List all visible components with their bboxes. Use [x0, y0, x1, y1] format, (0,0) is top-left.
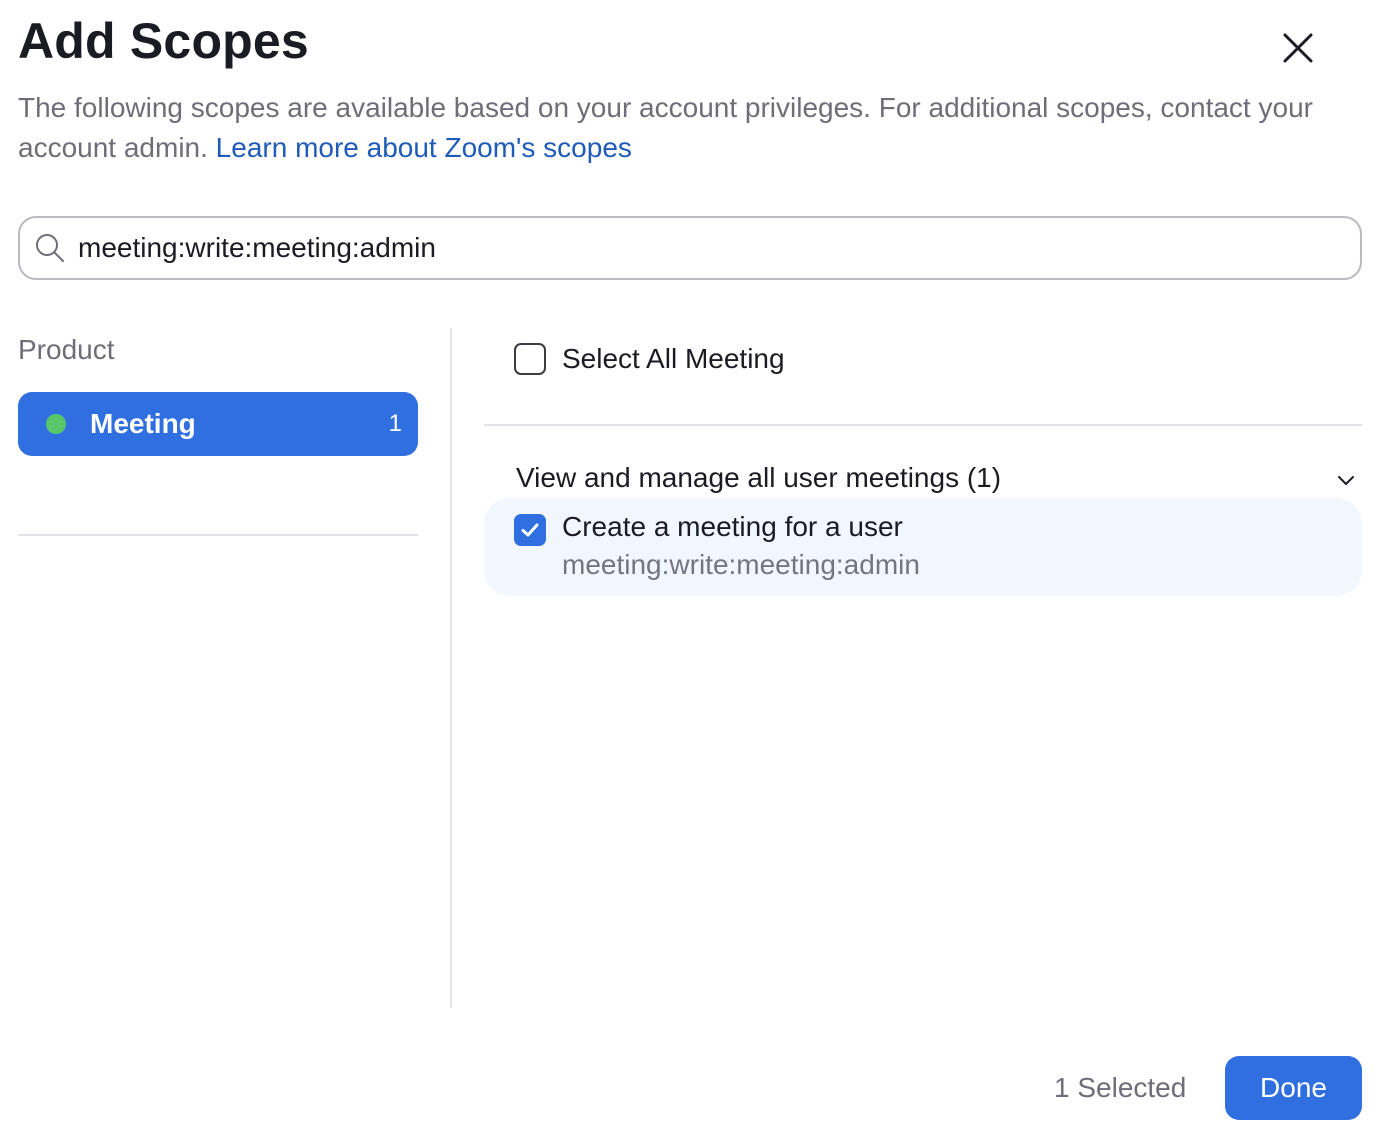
dialog-title: Add Scopes	[18, 13, 309, 69]
scope-id: meeting:write:meeting:admin	[562, 549, 920, 580]
scope-name: Create a meeting for a user	[562, 511, 903, 542]
scope-checkbox[interactable]	[514, 514, 546, 546]
product-label: Product	[18, 334, 115, 365]
sidebar-divider	[18, 534, 418, 536]
scope-group-title: View and manage all user meetings (1)	[516, 462, 1002, 493]
select-all-checkbox[interactable]	[514, 343, 546, 375]
learn-more-link[interactable]: Learn more about Zoom's scopes	[216, 132, 632, 163]
search-input[interactable]	[78, 226, 1338, 270]
checkmark-icon	[521, 523, 539, 537]
search-box	[18, 216, 1362, 280]
close-button[interactable]	[1274, 24, 1322, 72]
product-count-badge: 1	[388, 410, 402, 437]
scopes-divider	[484, 424, 1362, 426]
dialog-description: The following scopes are available based…	[18, 88, 1364, 168]
select-all-checkbox-row[interactable]: Select All Meeting	[514, 342, 785, 376]
column-divider	[450, 328, 452, 1008]
product-sidebar: Product Meeting 1	[18, 330, 418, 456]
add-scopes-dialog: Add Scopes The following scopes are avai…	[0, 0, 1384, 1136]
product-item-meeting[interactable]: Meeting 1	[18, 392, 418, 456]
description-text: The following scopes are available based…	[18, 92, 1313, 163]
status-dot-icon	[46, 414, 66, 434]
scope-group-header[interactable]: View and manage all user meetings (1)	[516, 458, 1362, 498]
close-icon	[1283, 33, 1313, 63]
product-name: Meeting	[90, 408, 196, 439]
done-button[interactable]: Done	[1225, 1056, 1362, 1120]
scope-item[interactable]: Create a meeting for a user meeting:writ…	[484, 498, 1362, 596]
selected-count: 1 Selected	[1054, 1072, 1187, 1103]
chevron-down-icon[interactable]	[1334, 468, 1358, 492]
select-all-label: Select All Meeting	[562, 343, 785, 374]
search-icon	[36, 234, 64, 262]
